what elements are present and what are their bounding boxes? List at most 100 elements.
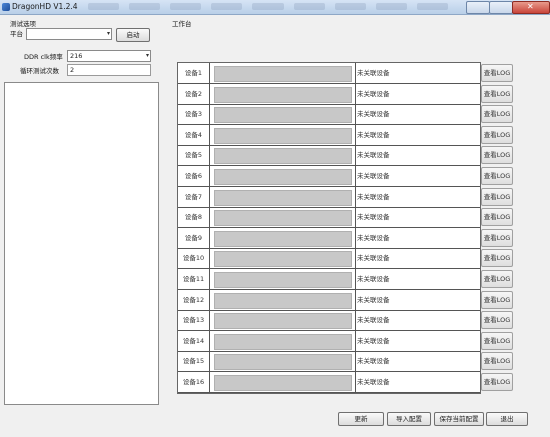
view-log-button[interactable]: 查看LOG (481, 228, 513, 247)
device-row: 设备11 未关联设备 (178, 269, 480, 290)
device-name: 设备1 (178, 63, 210, 83)
device-row: 设备10 未关联设备 (178, 248, 480, 270)
ddr-clk-select[interactable]: 216 ▾ (67, 50, 151, 62)
view-log-button[interactable]: 查看LOG (481, 373, 513, 391)
view-log-button[interactable]: 查看LOG (481, 270, 513, 288)
device-row: 设备5 未关联设备 (178, 145, 480, 167)
device-name: 设备3 (178, 104, 210, 125)
column-divider (355, 289, 356, 310)
maximize-button[interactable] (489, 1, 513, 14)
view-log-button[interactable]: 查看LOG (481, 249, 513, 268)
device-name: 设备4 (178, 124, 210, 145)
log-output-box[interactable] (4, 82, 159, 405)
device-name: 设备13 (178, 310, 210, 331)
platform-label: 平台 (10, 30, 23, 38)
device-status: 未关联设备 (357, 213, 390, 222)
import-config-button[interactable]: 导入配置 (387, 412, 431, 426)
view-log-button[interactable]: 查看LOG (481, 105, 513, 124)
device-progress-bar (214, 189, 352, 206)
device-status: 未关联设备 (357, 378, 390, 386)
device-status: 未关联设备 (357, 275, 390, 283)
device-status: 未关联设备 (357, 254, 390, 263)
device-progress-bar (214, 210, 352, 227)
device-progress-bar (214, 169, 352, 185)
start-button[interactable]: 启动 (116, 28, 150, 42)
exit-button[interactable]: 退出 (486, 412, 528, 426)
device-row: 设备16 未关联设备 (178, 372, 480, 393)
window-title: DragonHD V1.2.4 (12, 2, 78, 11)
minimize-button[interactable] (466, 1, 490, 14)
chevron-down-icon: ▾ (145, 52, 149, 59)
device-progress-bar (214, 313, 352, 330)
column-divider (355, 166, 356, 186)
view-log-button[interactable]: 查看LOG (481, 146, 513, 165)
device-name: 设备11 (178, 269, 210, 289)
device-row: 设备8 未关联设备 (178, 207, 480, 229)
title-bar: DragonHD V1.2.4 (0, 0, 550, 15)
device-status: 未关联设备 (357, 295, 390, 304)
device-row: 设备6 未关联设备 (178, 166, 480, 187)
device-name: 设备8 (178, 207, 210, 228)
platform-select[interactable]: ▾ (26, 28, 112, 40)
view-log-button[interactable]: 查看LOG (481, 331, 513, 350)
device-row: 设备4 未关联设备 (178, 124, 480, 146)
device-name: 设备12 (178, 289, 210, 310)
loop-count-value: 2 (70, 66, 75, 74)
column-divider (355, 145, 356, 166)
device-row: 设备14 未关联设备 (178, 330, 480, 352)
device-status: 未关联设备 (357, 192, 390, 201)
column-divider (355, 104, 356, 125)
device-progress-bar (214, 375, 352, 391)
app-icon (2, 3, 10, 11)
device-status: 未关联设备 (357, 233, 390, 242)
device-progress-bar (214, 230, 352, 247)
section-title-test-options: 测试选项 (10, 20, 36, 28)
column-divider (355, 351, 356, 372)
column-divider (355, 330, 356, 351)
device-name: 设备14 (178, 330, 210, 351)
workbench-title: 工作台 (172, 20, 192, 28)
device-progress-bar (214, 66, 352, 82)
device-name: 设备9 (178, 227, 210, 248)
close-button[interactable] (512, 1, 550, 14)
device-row: 设备12 未关联设备 (178, 289, 480, 311)
device-status: 未关联设备 (357, 357, 390, 366)
view-log-button[interactable]: 查看LOG (481, 167, 513, 185)
update-button[interactable]: 更新 (338, 412, 384, 426)
view-log-button[interactable]: 查看LOG (481, 187, 513, 206)
chevron-down-icon: ▾ (106, 30, 110, 37)
view-log-button[interactable]: 查看LOG (481, 352, 513, 371)
ddr-label: DDR clk频率 (24, 53, 63, 61)
obscured-menu-bar (88, 3, 448, 10)
device-progress-bar (214, 127, 352, 144)
device-progress-bar (214, 292, 352, 309)
column-divider (355, 227, 356, 248)
view-log-button[interactable]: 查看LOG (481, 311, 513, 330)
column-divider (355, 207, 356, 228)
device-row: 设备2 未关联设备 (178, 83, 480, 105)
ddr-value: 216 (70, 52, 83, 60)
device-name: 设备16 (178, 372, 210, 392)
device-progress-bar (214, 354, 352, 371)
column-divider (355, 269, 356, 289)
view-log-button[interactable]: 查看LOG (481, 84, 513, 103)
device-status: 未关联设备 (357, 316, 390, 325)
view-log-button[interactable]: 查看LOG (481, 125, 513, 144)
device-status: 未关联设备 (357, 151, 390, 160)
view-log-button[interactable]: 查看LOG (481, 290, 513, 309)
device-row: 设备13 未关联设备 (178, 310, 480, 332)
save-config-button[interactable]: 保存当前配置 (434, 412, 484, 426)
loop-count-input[interactable]: 2 (67, 64, 151, 76)
column-divider (355, 248, 356, 269)
column-divider (355, 83, 356, 104)
view-log-button[interactable]: 查看LOG (481, 208, 513, 227)
device-progress-bar (214, 148, 352, 165)
device-status: 未关联设备 (357, 89, 390, 98)
device-status: 未关联设备 (357, 110, 390, 119)
device-name: 设备2 (178, 83, 210, 104)
view-log-button[interactable]: 查看LOG (481, 64, 513, 82)
device-row: 设备15 未关联设备 (178, 351, 480, 373)
device-name: 设备10 (178, 248, 210, 269)
device-name: 设备6 (178, 166, 210, 186)
device-row: 设备3 未关联设备 (178, 104, 480, 126)
